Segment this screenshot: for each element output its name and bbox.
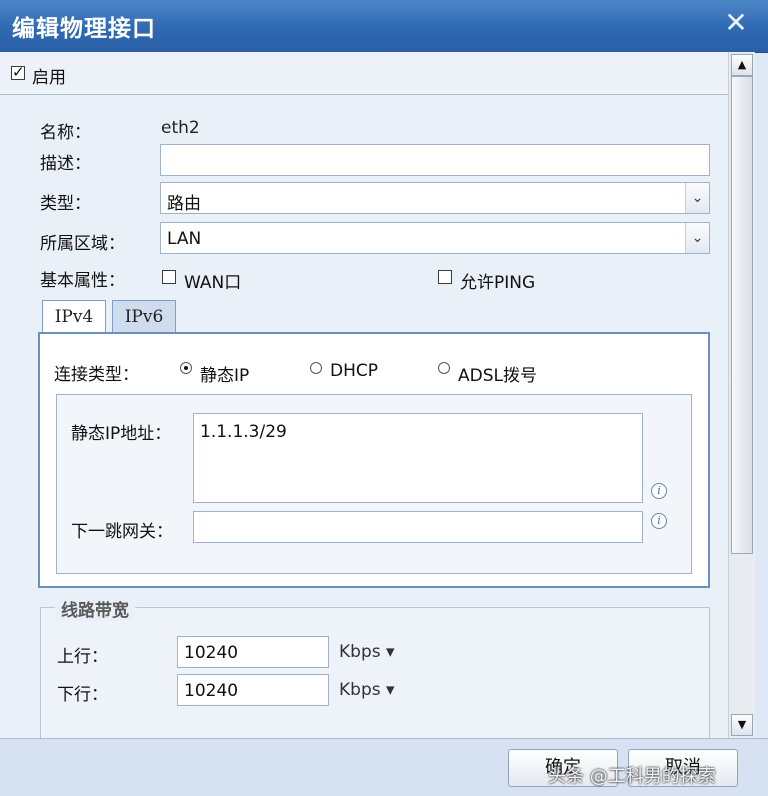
basic-properties-label: 基本属性： <box>40 271 125 291</box>
tab-ipv6[interactable]: IPv6 <box>112 300 176 334</box>
chevron-down-icon[interactable]: ⌄ <box>685 183 709 213</box>
wan-checkbox[interactable] <box>162 270 176 284</box>
bandwidth-legend: 线路带宽 <box>55 596 135 621</box>
zone-select-value: LAN <box>167 229 202 249</box>
next-hop-gateway-label: 下一跳网关： <box>71 522 173 542</box>
static-ip-option-label: 静态IP <box>200 366 250 386</box>
description-label: 描述： <box>40 154 91 174</box>
static-ip-address-textarea[interactable]: 1.1.1.3/29 <box>193 413 643 503</box>
wan-label: WAN口 <box>184 273 242 293</box>
enable-checkbox[interactable] <box>11 63 25 81</box>
upstream-unit-dropdown[interactable]: Kbps ▾ <box>339 642 395 662</box>
type-select-value: 路由 <box>167 194 201 214</box>
scroll-down-icon[interactable]: ▼ <box>731 714 753 736</box>
close-icon[interactable]: ✕ <box>722 8 750 38</box>
static-ip-radio[interactable] <box>180 362 192 374</box>
tab-ipv4[interactable]: IPv4 <box>42 300 106 334</box>
allow-ping-checkbox[interactable] <box>438 270 452 284</box>
downstream-input[interactable]: 10240 <box>177 674 329 706</box>
zone-select[interactable]: LAN ⌄ <box>160 222 710 254</box>
description-input[interactable] <box>160 144 710 176</box>
next-hop-gateway-input[interactable] <box>193 511 643 543</box>
info-icon[interactable]: i <box>651 513 667 529</box>
chevron-down-icon[interactable]: ⌄ <box>685 223 709 253</box>
upstream-label: 上行： <box>57 647 108 667</box>
type-label: 类型： <box>40 194 91 214</box>
type-select[interactable]: 路由 ⌄ <box>160 182 710 214</box>
zone-label: 所属区域： <box>40 234 125 254</box>
scroll-up-icon[interactable]: ▲ <box>731 54 753 76</box>
downstream-label: 下行： <box>57 685 108 705</box>
downstream-unit-dropdown[interactable]: Kbps ▾ <box>339 680 395 700</box>
bandwidth-fieldset: 线路带宽 上行： 10240 Kbps ▾ 下行： 10240 Kbps ▾ <box>40 596 710 738</box>
dhcp-radio[interactable] <box>310 362 322 374</box>
static-ip-address-label: 静态IP地址： <box>71 424 172 444</box>
enable-bar: 启用 <box>0 52 728 95</box>
name-value: eth2 <box>161 118 200 138</box>
vertical-scrollbar[interactable]: ▲ ▼ <box>728 52 755 738</box>
ipv4-tab-panel: 连接类型： 静态IP DHCP ADSL拨号 静态IP地址： 1.1.1.3/2… <box>38 332 710 588</box>
upstream-input[interactable]: 10240 <box>177 636 329 668</box>
dialog-content: 启用 名称： eth2 描述： 类型： 路由 ⌄ 所属区域： LAN ⌄ 基本属… <box>0 52 728 738</box>
edit-physical-interface-dialog: 编辑物理接口 ✕ 启用 名称： eth2 描述： 类型： 路由 ⌄ 所属区域： … <box>0 0 768 796</box>
scrollbar-thumb[interactable] <box>731 76 753 554</box>
dhcp-option-label: DHCP <box>330 361 378 381</box>
allow-ping-label: 允许PING <box>460 273 536 293</box>
info-icon[interactable]: i <box>651 483 667 499</box>
watermark: 头条 @工科男的探索 <box>548 766 716 787</box>
connection-type-label: 连接类型： <box>54 365 139 385</box>
name-label: 名称： <box>40 123 91 143</box>
dialog-title: 编辑物理接口 <box>12 16 156 42</box>
ip-settings-group: 静态IP地址： 1.1.1.3/29 i 下一跳网关： i <box>56 394 692 574</box>
adsl-option-label: ADSL拨号 <box>458 366 537 386</box>
adsl-radio[interactable] <box>438 362 450 374</box>
enable-label: 启用 <box>32 68 66 88</box>
title-bar: 编辑物理接口 ✕ <box>0 0 768 53</box>
